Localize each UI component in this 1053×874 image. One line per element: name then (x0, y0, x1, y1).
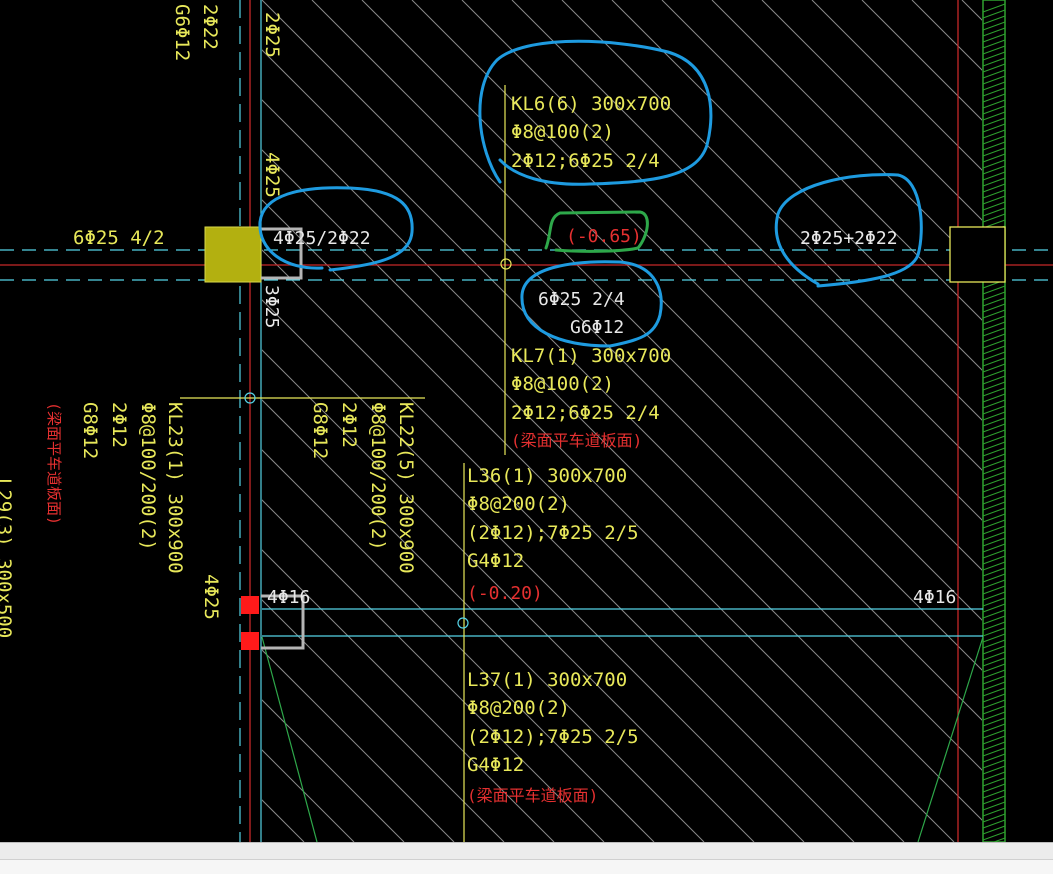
kl22-stirrup: Φ8@100/200(2) (367, 402, 389, 551)
l36-stirrup: Φ8@200(2) (467, 493, 570, 515)
kl23-rebar: 2Φ12 (108, 402, 130, 448)
cad-drawing-canvas[interactable]: 6Φ25 4/2 4Φ25/2Φ22 2Φ25+2Φ22 (-0.65) 6Φ2… (0, 0, 1053, 872)
bar-label-left: 4Φ16 (267, 587, 310, 608)
kl22-rebar: 2Φ12 (338, 402, 360, 448)
l37-name: L37(1) 300x700 (467, 669, 627, 691)
kl6-stirrup: Φ8@100(2) (511, 121, 614, 143)
hatch-line (361, 0, 982, 621)
bottom-circled-label-1: 6Φ25 2/4 (538, 289, 625, 310)
below-column-label: 3Φ25 (261, 285, 282, 328)
l36-name: L36(1) 300x700 (467, 465, 627, 487)
kl23-side-bars: G8Φ12 (79, 402, 101, 459)
l37-rebar: (2Φ12);7Φ25 2/5 (467, 726, 639, 748)
left-circled-label: 4Φ25/2Φ22 (273, 228, 371, 249)
wall-hatch (982, 0, 1006, 847)
column-left[interactable] (204, 226, 262, 283)
kl6-name: KL6(6) 300x700 (511, 93, 671, 115)
mid-column-label: 4Φ25 (261, 152, 283, 198)
top-left-label-a: 2Φ22 (199, 4, 221, 50)
elevation-green-label: (-0.65) (566, 226, 642, 247)
kl7-name: KL7(1) 300x700 (511, 345, 671, 367)
kl6-rebar: 2Φ12;6Φ25 2/4 (511, 150, 660, 172)
kl7-stirrup: Φ8@100(2) (511, 373, 614, 395)
kl7-note: (梁面平车道板面) (511, 431, 642, 450)
column-stub-top (241, 596, 259, 614)
status-bar (0, 842, 1053, 874)
kl7-rebar: 2Φ12;6Φ25 2/4 (511, 402, 660, 424)
cad-drawing: 6Φ25 4/2 4Φ25/2Φ22 2Φ25+2Φ22 (-0.65) 6Φ2… (0, 0, 1053, 847)
right-circled-label: 2Φ25+2Φ22 (800, 228, 898, 249)
bar-label-right: 4Φ16 (913, 587, 956, 608)
l37-stirrup: Φ8@200(2) (467, 697, 570, 719)
l36-elevation: (-0.20) (467, 583, 543, 604)
l29-name: L29(3) 300x500 (0, 478, 15, 638)
top-left-label-b: G6Φ12 (171, 4, 193, 61)
leader-lines (180, 85, 506, 842)
kl23-stirrup: Φ8@100/200(2) (137, 402, 159, 551)
l36-side-bars: G4Φ12 (467, 550, 524, 572)
top-column-label: 2Φ25 (261, 12, 283, 58)
kl22-side-bars: G8Φ12 (309, 402, 331, 459)
kl22-name: KL22(5) 300x900 (395, 402, 417, 574)
l37-note: (梁面平车道板面) (467, 786, 598, 805)
kl23-name: KL23(1) 300x900 (164, 402, 186, 574)
column-stub-bottom (241, 632, 259, 650)
l36-rebar: (2Φ12);7Φ25 2/5 (467, 522, 639, 544)
left-support-label: 6Φ25 4/2 (73, 227, 165, 249)
kl23-note: (梁面平车道板面) (45, 402, 63, 525)
bottom-circled-label-2: G6Φ12 (570, 317, 624, 338)
column-right[interactable] (949, 226, 1006, 283)
beam-l37-annotation[interactable]: L37(1) 300x700 Φ8@200(2) (2Φ12);7Φ25 2/5… (467, 669, 639, 805)
beam-l36-annotation[interactable]: L36(1) 300x700 Φ8@200(2) (2Φ12);7Φ25 2/5… (467, 465, 639, 604)
lower-column-label: 4Φ25 (200, 574, 222, 620)
hatch-line (761, 0, 982, 221)
hatch-line (961, 0, 982, 21)
beam-kl6-annotation[interactable]: KL6(6) 300x700 Φ8@100(2) 2Φ12;6Φ25 2/4 (511, 93, 671, 172)
hatch-line (1012, 0, 1053, 842)
l37-side-bars: G4Φ12 (467, 754, 524, 776)
beam-kl7-annotation[interactable]: KL7(1) 300x700 Φ8@100(2) 2Φ12;6Φ25 2/4 (… (511, 345, 671, 450)
